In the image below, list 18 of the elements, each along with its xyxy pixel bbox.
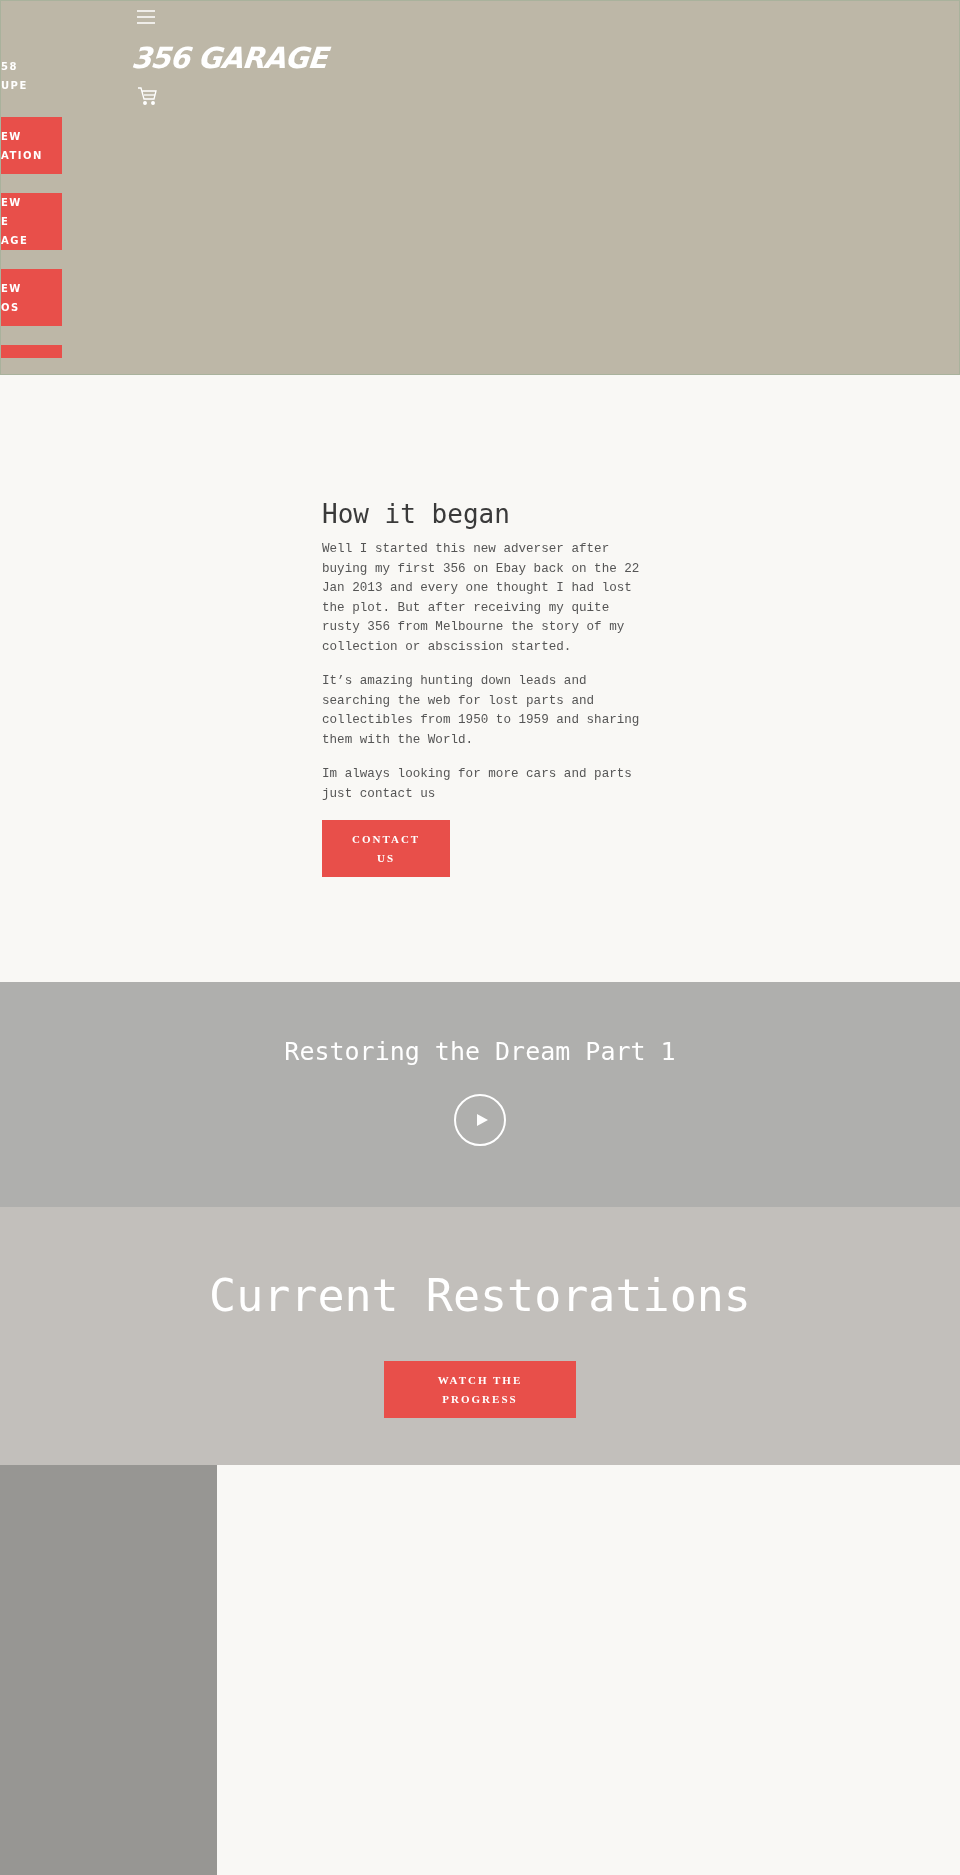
cart-icon[interactable] <box>137 86 157 106</box>
slide-caption: 58 UPE <box>1 60 29 93</box>
menu-icon[interactable] <box>137 10 155 24</box>
play-button[interactable] <box>454 1094 506 1146</box>
site-logo[interactable]: 356 GARAGE <box>131 44 332 73</box>
slide-button[interactable]: EW E AGE <box>1 193 62 250</box>
watch-progress-button[interactable]: WATCH THE PROGRESS <box>384 1361 576 1418</box>
section-heading: How it began <box>322 499 511 531</box>
slide-button[interactable]: EW ATION <box>1 117 62 174</box>
contact-button[interactable]: CONTACT US <box>322 820 450 878</box>
paragraph: Im always looking for more cars and parts just contact us <box>322 766 633 803</box>
paragraph: Well I started this new adverser after buying my first 356 on Ebay back on the 22 Jan 2013 and every one thought I had lost the plot. But after receiving my quite rusty 356 from Melbourne the story of my collection or abscission started. <box>322 541 641 656</box>
slide-button[interactable] <box>1 345 62 358</box>
restorations-title: Current Restorations <box>209 1269 751 1323</box>
slide-button[interactable]: EW OS <box>1 269 62 326</box>
play-icon <box>474 1113 489 1127</box>
paragraph: It’s amazing hunting down leads and searching the web for lost parts and collectibles from 1950 to 1959 and sharing them with the World. <box>322 673 641 749</box>
video-title: Restoring the Dream Part 1 <box>284 1037 676 1067</box>
